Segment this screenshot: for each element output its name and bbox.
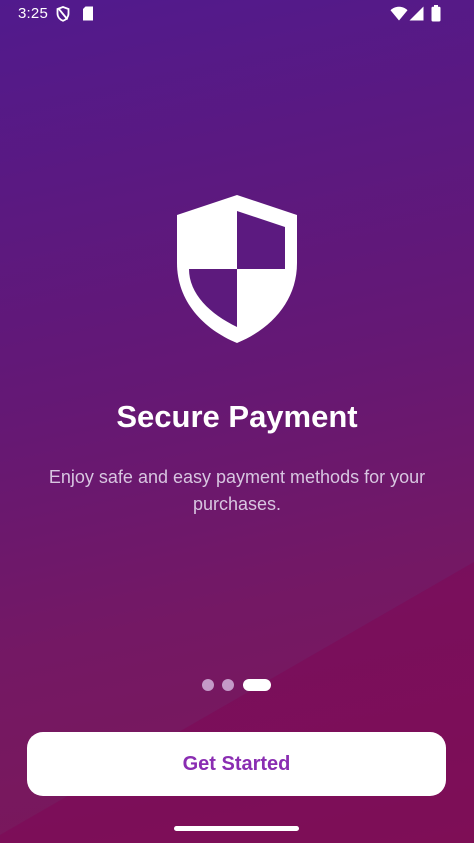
page-dot-3-active[interactable] bbox=[243, 679, 271, 691]
home-indicator[interactable] bbox=[174, 826, 299, 831]
battery-icon bbox=[431, 5, 441, 26]
onboarding-subtitle: Enjoy safe and easy payment methods for … bbox=[48, 467, 426, 514]
get-started-button[interactable]: Get Started bbox=[27, 732, 446, 796]
shield-icon bbox=[175, 193, 299, 345]
shield-status-icon bbox=[56, 6, 70, 26]
sd-card-icon bbox=[82, 6, 94, 25]
status-bar: 3:25 bbox=[0, 0, 474, 28]
wifi-icon bbox=[390, 6, 408, 25]
page-dot-1[interactable] bbox=[202, 679, 214, 691]
status-time: 3:25 bbox=[18, 5, 48, 22]
page-dot-2[interactable] bbox=[222, 679, 234, 691]
signal-icon bbox=[409, 6, 424, 25]
onboarding-screen: 3:25 Secure Payment Enjoy safe and easy … bbox=[0, 0, 474, 843]
page-indicator bbox=[0, 679, 474, 691]
onboarding-title: Secure Payment bbox=[116, 399, 358, 434]
